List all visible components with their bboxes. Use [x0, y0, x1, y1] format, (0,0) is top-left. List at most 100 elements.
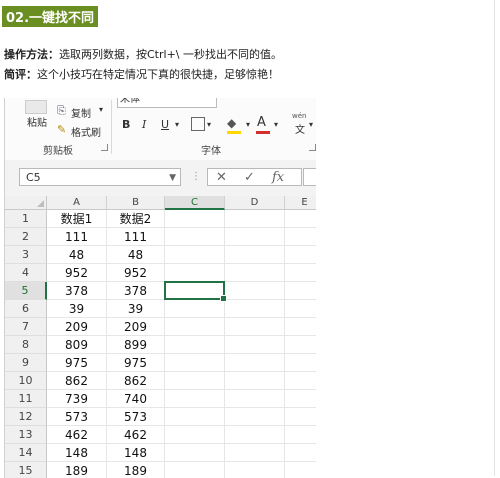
- cell-c1[interactable]: [165, 210, 225, 228]
- border-icon[interactable]: [191, 117, 205, 131]
- row-header-7[interactable]: 7: [5, 318, 47, 336]
- insert-function-icon[interactable]: fx: [272, 170, 284, 185]
- cell-a12[interactable]: 573: [47, 408, 107, 426]
- row-header-6[interactable]: 6: [5, 300, 47, 318]
- cell-a4[interactable]: 952: [47, 264, 107, 282]
- row-header-5[interactable]: 5: [5, 282, 47, 300]
- cell-b11[interactable]: 740: [107, 390, 165, 408]
- cell-c13[interactable]: [165, 426, 225, 444]
- cell-a6[interactable]: 39: [47, 300, 107, 318]
- cell-b10[interactable]: 862: [107, 372, 165, 390]
- column-header-d[interactable]: D: [225, 196, 285, 210]
- fill-dropdown-icon[interactable]: ▾: [246, 120, 250, 129]
- cell-e9[interactable]: [285, 354, 316, 372]
- bold-button[interactable]: B: [122, 118, 130, 131]
- cell-c10[interactable]: [165, 372, 225, 390]
- row-header-2[interactable]: 2: [5, 228, 47, 246]
- cell-c6[interactable]: [165, 300, 225, 318]
- cell-b13[interactable]: 462: [107, 426, 165, 444]
- cell-c4[interactable]: [165, 264, 225, 282]
- row-header-9[interactable]: 9: [5, 354, 47, 372]
- font-launcher-icon[interactable]: [309, 144, 316, 151]
- cell-a3[interactable]: 48: [47, 246, 107, 264]
- cell-b6[interactable]: 39: [107, 300, 165, 318]
- row-header-14[interactable]: 14: [5, 444, 47, 462]
- cell-a7[interactable]: 209: [47, 318, 107, 336]
- name-box[interactable]: C5 ▼: [19, 168, 181, 186]
- cell-d9[interactable]: [225, 354, 285, 372]
- cell-d12[interactable]: [225, 408, 285, 426]
- cell-d14[interactable]: [225, 444, 285, 462]
- font-color-dropdown-icon[interactable]: ▾: [274, 120, 278, 129]
- italic-button[interactable]: I: [142, 118, 146, 131]
- name-box-dropdown-icon[interactable]: ▼: [169, 169, 176, 187]
- cell-d8[interactable]: [225, 336, 285, 354]
- cell-b8[interactable]: 899: [107, 336, 165, 354]
- cell-e13[interactable]: [285, 426, 316, 444]
- cell-e6[interactable]: [285, 300, 316, 318]
- cell-e8[interactable]: [285, 336, 316, 354]
- cell-b3[interactable]: 48: [107, 246, 165, 264]
- row-header-3[interactable]: 3: [5, 246, 47, 264]
- cell-e10[interactable]: [285, 372, 316, 390]
- cell-e11[interactable]: [285, 390, 316, 408]
- fill-color-icon[interactable]: ◆: [227, 116, 236, 130]
- row-header-8[interactable]: 8: [5, 336, 47, 354]
- cell-e5[interactable]: [285, 282, 316, 300]
- cell-a10[interactable]: 862: [47, 372, 107, 390]
- cell-b4[interactable]: 952: [107, 264, 165, 282]
- copy-icon[interactable]: ⎘: [57, 104, 66, 118]
- cell-e1[interactable]: [285, 210, 316, 228]
- cell-a1[interactable]: 数据1: [47, 210, 107, 228]
- cell-b7[interactable]: 209: [107, 318, 165, 336]
- cell-b9[interactable]: 975: [107, 354, 165, 372]
- cell-a2[interactable]: 111: [47, 228, 107, 246]
- select-all-corner[interactable]: [5, 196, 47, 210]
- cell-d2[interactable]: [225, 228, 285, 246]
- cancel-icon[interactable]: ✕: [216, 170, 227, 185]
- cell-c2[interactable]: [165, 228, 225, 246]
- column-header-b[interactable]: B: [107, 196, 165, 210]
- cell-d6[interactable]: [225, 300, 285, 318]
- cell-d11[interactable]: [225, 390, 285, 408]
- cell-c12[interactable]: [165, 408, 225, 426]
- cell-c3[interactable]: [165, 246, 225, 264]
- phonetic-icon[interactable]: 文: [295, 121, 305, 136]
- cell-b12[interactable]: 573: [107, 408, 165, 426]
- cell-a14[interactable]: 148: [47, 444, 107, 462]
- cell-c14[interactable]: [165, 444, 225, 462]
- row-header-1[interactable]: 1: [5, 210, 47, 228]
- cell-b5[interactable]: 378: [107, 282, 165, 300]
- cell-d7[interactable]: [225, 318, 285, 336]
- row-header-12[interactable]: 12: [5, 408, 47, 426]
- cell-b2[interactable]: 111: [107, 228, 165, 246]
- column-header-a[interactable]: A: [47, 196, 107, 210]
- enter-icon[interactable]: ✓: [244, 170, 255, 185]
- cell-d3[interactable]: [225, 246, 285, 264]
- cell-c7[interactable]: [165, 318, 225, 336]
- underline-button[interactable]: U: [161, 118, 169, 131]
- column-header-c[interactable]: C: [165, 196, 225, 210]
- row-header-11[interactable]: 11: [5, 390, 47, 408]
- column-header-e[interactable]: E: [285, 196, 316, 210]
- cell-a13[interactable]: 462: [47, 426, 107, 444]
- cell-a5[interactable]: 378: [47, 282, 107, 300]
- cell-d13[interactable]: [225, 426, 285, 444]
- cell-d5[interactable]: [225, 282, 285, 300]
- copy-button[interactable]: 复制: [71, 105, 91, 120]
- copy-dropdown-icon[interactable]: ▾: [99, 105, 103, 114]
- border-dropdown-icon[interactable]: ▾: [207, 120, 211, 129]
- fill-handle[interactable]: [220, 295, 227, 302]
- format-painter-button[interactable]: 格式刷: [71, 124, 101, 139]
- cell-d4[interactable]: [225, 264, 285, 282]
- font-color-icon[interactable]: A: [257, 115, 266, 130]
- cell-e12[interactable]: [285, 408, 316, 426]
- cell-d10[interactable]: [225, 372, 285, 390]
- clipboard-launcher-icon[interactable]: [101, 144, 108, 151]
- font-name-box[interactable]: 宋体: [117, 98, 217, 108]
- cell-e7[interactable]: [285, 318, 316, 336]
- cell-a11[interactable]: 739: [47, 390, 107, 408]
- cell-e2[interactable]: [285, 228, 316, 246]
- format-painter-icon[interactable]: ✎: [57, 123, 66, 136]
- row-header-10[interactable]: 10: [5, 372, 47, 390]
